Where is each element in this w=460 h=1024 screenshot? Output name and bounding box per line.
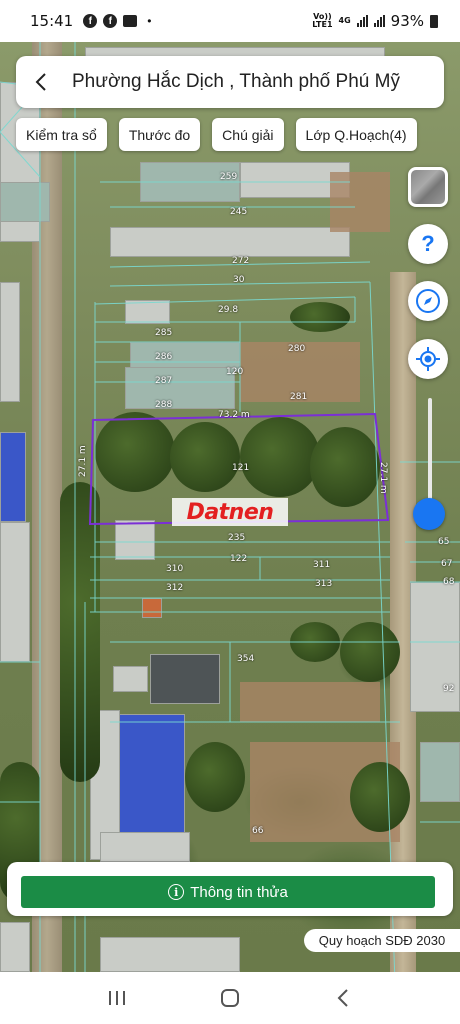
parcel-label: 311 bbox=[313, 560, 331, 570]
battery-icon bbox=[430, 14, 438, 28]
facebook-icon: f bbox=[103, 14, 118, 28]
compass-icon bbox=[416, 289, 440, 313]
parcel-label: 66 bbox=[252, 826, 264, 836]
battery-level: 93% bbox=[390, 12, 424, 30]
parcel-label: 29.8 bbox=[218, 305, 239, 315]
watermark-logo: Datnen bbox=[172, 498, 288, 526]
parcel-label: 67 bbox=[441, 559, 453, 569]
parcel-dimension-label: 27.1 m bbox=[378, 462, 388, 494]
back-icon bbox=[337, 989, 349, 1007]
parcel-label: 272 bbox=[232, 256, 250, 266]
facebook-icon: f bbox=[83, 14, 98, 28]
compass-button[interactable] bbox=[408, 281, 448, 321]
recent-apps-button[interactable] bbox=[97, 978, 137, 1018]
parcel-label: 30 bbox=[233, 275, 245, 285]
parcel-label: 122 bbox=[230, 554, 248, 564]
help-button[interactable]: ? bbox=[408, 224, 448, 264]
home-icon bbox=[220, 989, 239, 1007]
parcel-info-button[interactable]: i Thông tin thửa bbox=[21, 876, 435, 908]
parcel-label: 235 bbox=[228, 533, 246, 543]
signal-icon bbox=[373, 15, 385, 27]
parcel-label: 286 bbox=[155, 352, 173, 362]
parcel-label: 310 bbox=[166, 564, 184, 574]
parcel-label: 281 bbox=[290, 392, 308, 402]
svg-text:?: ? bbox=[421, 233, 434, 255]
parcel-label: 288 bbox=[155, 400, 173, 410]
parcel-label: 354 bbox=[237, 654, 255, 664]
status-time: 15:41 bbox=[30, 12, 74, 30]
check-book-button[interactable]: Kiểm tra sổ bbox=[16, 118, 107, 151]
network-type: 4G bbox=[338, 16, 351, 25]
parcel-label: 312 bbox=[166, 583, 184, 593]
info-icon: i bbox=[168, 884, 185, 900]
recent-apps-icon bbox=[108, 991, 125, 1005]
parcel-info-card: i Thông tin thửa bbox=[7, 862, 453, 916]
map-toolbar: Kiểm tra sổ Thước đo Chú giải Lớp Q.Hoạc… bbox=[16, 118, 417, 151]
home-button[interactable] bbox=[210, 978, 250, 1018]
parcel-label: 121 bbox=[232, 463, 250, 473]
parcel-label: 259 bbox=[220, 172, 238, 182]
parcel-label: 65 bbox=[438, 537, 450, 547]
parcel-dimension-label: 73.2 m bbox=[218, 410, 250, 420]
question-icon: ? bbox=[421, 233, 434, 255]
parcel-label: 68 bbox=[443, 577, 455, 587]
legend-button[interactable]: Chú giải bbox=[212, 118, 284, 151]
page-title: Phường Hắc Dịch , Thành phố Phú Mỹ bbox=[72, 71, 400, 92]
opacity-slider-thumb[interactable] bbox=[413, 498, 445, 530]
parcel-label: 285 bbox=[155, 328, 173, 338]
opacity-slider-track[interactable] bbox=[428, 398, 432, 514]
ruler-button[interactable]: Thước đo bbox=[118, 118, 201, 151]
gallery-icon bbox=[123, 15, 138, 27]
parcel-label: 120 bbox=[226, 367, 244, 377]
parcel-label: 245 bbox=[230, 207, 248, 217]
satellite-layer-thumbnail bbox=[411, 170, 445, 204]
status-bar: 15:41 f f • Vo)) LTE1 4G 93% bbox=[0, 0, 460, 42]
parcel-dimension-label: 27.1 m bbox=[78, 445, 88, 477]
chevron-left-icon[interactable] bbox=[32, 72, 52, 92]
my-location-icon bbox=[416, 347, 440, 371]
volte-indicator: Vo)) LTE1 bbox=[312, 12, 333, 29]
parcel-info-label: Thông tin thửa bbox=[190, 883, 288, 901]
parcel-label: 287 bbox=[155, 376, 173, 386]
more-notifications-icon: • bbox=[147, 14, 152, 28]
planning-badge[interactable]: Quy hoạch SDĐ 2030 bbox=[304, 929, 460, 952]
planning-layer-button[interactable]: Lớp Q.Hoạch(4) bbox=[295, 118, 417, 151]
my-location-button[interactable] bbox=[408, 339, 448, 379]
back-button[interactable] bbox=[323, 978, 363, 1018]
location-header: Phường Hắc Dịch , Thành phố Phú Mỹ bbox=[16, 56, 444, 108]
parcel-label: 92 bbox=[443, 684, 455, 694]
system-nav-bar bbox=[0, 972, 460, 1024]
parcel-label: 313 bbox=[315, 579, 333, 589]
layer-switch-button[interactable] bbox=[408, 167, 448, 207]
parcel-label: 280 bbox=[288, 344, 306, 354]
signal-icon bbox=[356, 15, 368, 27]
